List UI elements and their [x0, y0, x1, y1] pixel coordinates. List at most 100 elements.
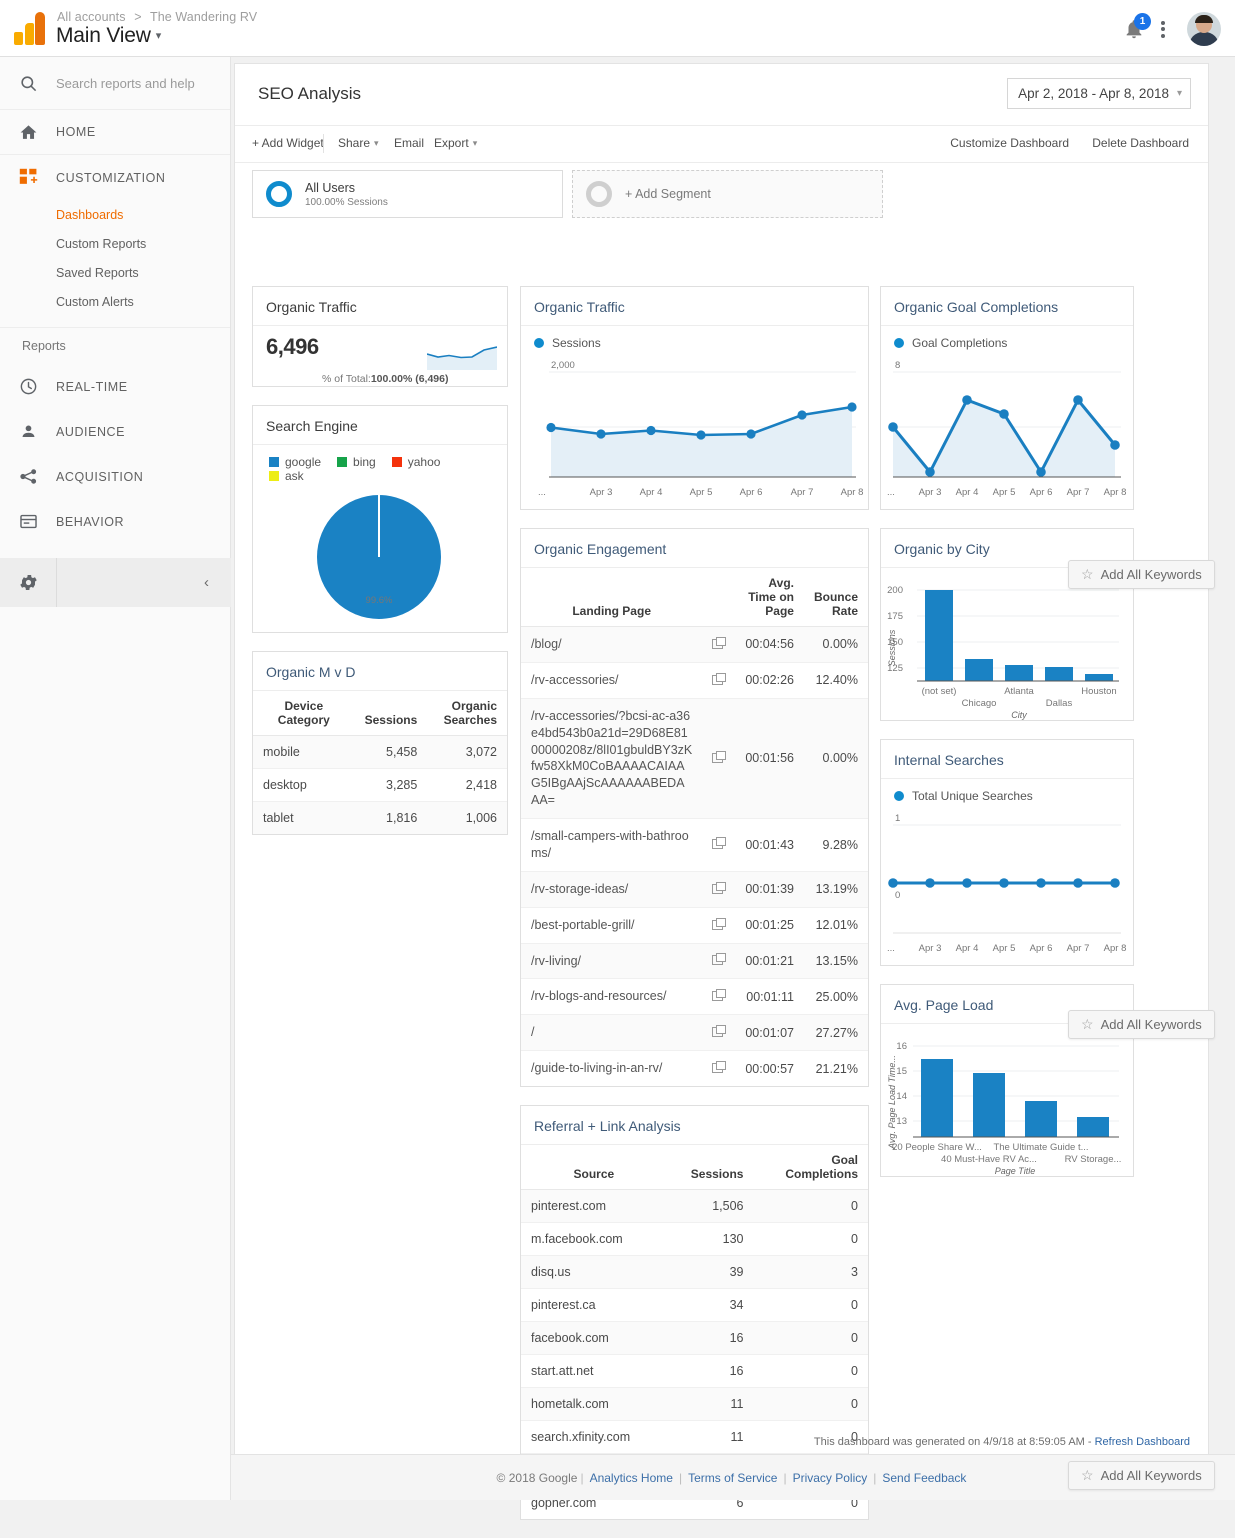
- open-external-icon[interactable]: [702, 662, 736, 699]
- open-external-icon[interactable]: [702, 698, 736, 820]
- cell-source: disq.us: [521, 1255, 667, 1289]
- table-row: desktop 3,285 2,418: [253, 768, 507, 802]
- cell-bounce-rate: 13.19%: [803, 871, 868, 908]
- sidebar-item-customization[interactable]: CUSTOMIZATION: [0, 155, 230, 200]
- share-button[interactable]: Share ▾: [338, 136, 379, 150]
- x-tick-label: Apr 3: [919, 943, 942, 954]
- sidebar-item-custom-reports[interactable]: Custom Reports: [0, 229, 230, 258]
- open-external-icon[interactable]: [702, 943, 736, 980]
- organic-engagement-table: Landing Page Avg. Time on Page Bounce Ra…: [521, 568, 868, 1086]
- cell-landing-page: /rv-storage-ideas/: [521, 871, 703, 908]
- sidebar-item-real-time[interactable]: REAL-TIME: [0, 364, 230, 409]
- copyright-text: © 2018 Google: [496, 1470, 578, 1485]
- organic-traffic-line-chart[interactable]: 2,000 1,000 ... Apr 3 Apr 4 Apr 5 Apr 6 …: [521, 354, 868, 509]
- avatar[interactable]: [1187, 12, 1221, 46]
- table-row: / 00:01:07 27.27%: [521, 1014, 868, 1052]
- avg-page-load-bar-chart[interactable]: Avg. Page Load Time... 16 15 14 13 20 Pe…: [881, 1024, 1133, 1176]
- y-tick-label: 13: [896, 1116, 907, 1127]
- person-icon: [0, 422, 56, 441]
- open-external-icon[interactable]: [702, 1014, 736, 1052]
- sidebar-item-custom-alerts[interactable]: Custom Alerts: [0, 287, 230, 316]
- segment-donut-icon: [266, 181, 292, 207]
- open-external-icon[interactable]: [702, 818, 736, 872]
- customize-dashboard-button[interactable]: Customize Dashboard: [950, 136, 1069, 150]
- breadcrumb-account[interactable]: The Wandering RV: [150, 10, 257, 24]
- sidebar-item-behavior[interactable]: BEHAVIOR: [0, 499, 230, 544]
- cell-sessions: 1,816: [354, 801, 428, 834]
- sidebar-item-dashboards[interactable]: Dashboards: [0, 200, 230, 229]
- legend-label: Total Unique Searches: [912, 789, 1033, 803]
- cell-device: desktop: [253, 768, 355, 802]
- cell-avg-time: 00:01:21: [735, 943, 804, 980]
- view-name: Main View: [56, 24, 151, 47]
- sidebar-item-saved-reports[interactable]: Saved Reports: [0, 258, 230, 287]
- cell-sessions: 130: [666, 1222, 754, 1256]
- add-segment-button[interactable]: + Add Segment: [572, 170, 883, 218]
- email-button[interactable]: Email: [394, 136, 424, 150]
- chevron-down-icon: ▾: [374, 138, 379, 148]
- home-icon: [0, 123, 56, 142]
- sidebar-item-home[interactable]: HOME: [0, 110, 230, 155]
- organic-goal-line-chart[interactable]: 8 4 ... Apr 3 Apr 4 Apr 5 Apr 6 Apr 7 Ap…: [881, 354, 1133, 509]
- column-header: Device Category: [253, 691, 355, 736]
- gear-icon[interactable]: [0, 572, 56, 593]
- y-tick-label: 15: [896, 1066, 907, 1077]
- export-button[interactable]: Export ▾: [434, 136, 477, 150]
- footer-link-feedback[interactable]: Send Feedback: [882, 1471, 966, 1485]
- internal-searches-line-chart[interactable]: 1 0 ... Apr 3 Apr 4 Apr 5 Apr 6 Apr 7 Ap…: [881, 807, 1133, 965]
- main-area: SEO Analysis Apr 2, 2018 - Apr 8, 2018 ▾…: [231, 57, 1235, 1520]
- add-all-keywords-button[interactable]: ☆ Add All Keywords: [1068, 1461, 1215, 1490]
- cell-bounce-rate: 0.00%: [803, 698, 868, 820]
- table-row: /guide-to-living-in-an-rv/00:00:57 21.21%: [521, 1051, 868, 1086]
- footer-link-terms[interactable]: Terms of Service: [688, 1471, 777, 1485]
- chevron-down-icon: ▾: [472, 138, 478, 148]
- bar-atlanta: [1005, 665, 1033, 681]
- open-external-icon[interactable]: [702, 626, 736, 663]
- cell-landing-page: /rv-living/: [521, 943, 703, 980]
- refresh-dashboard-link[interactable]: Refresh Dashboard: [1095, 1436, 1190, 1448]
- view-selector[interactable]: Main View ▾: [56, 24, 161, 48]
- widget-title: Organic Goal Completions: [881, 287, 1133, 326]
- cell-bounce-rate: 12.01%: [803, 907, 868, 944]
- delete-dashboard-button[interactable]: Delete Dashboard: [1092, 136, 1189, 150]
- cell-source: hometalk.com: [521, 1387, 667, 1421]
- legend-label: Sessions: [552, 336, 601, 350]
- table-header-row: Source Sessions Goal Completions: [521, 1145, 868, 1190]
- cell-landing-page: /rv-accessories/?bcsi-ac-a36e4bd543b0a21…: [521, 698, 703, 820]
- organic-by-city-bar-chart[interactable]: Sessions 200 175 150 125 (not set) Chica…: [881, 568, 1133, 720]
- segment-all-users[interactable]: All Users 100.00% Sessions: [252, 170, 563, 218]
- more-options-icon[interactable]: [1153, 18, 1173, 40]
- footer-link-privacy[interactable]: Privacy Policy: [793, 1471, 868, 1485]
- cell-source: pinterest.ca: [521, 1288, 667, 1322]
- x-tick-label: 20 People Share W...: [892, 1142, 982, 1153]
- sidebar-sub-label: Custom Reports: [56, 236, 147, 251]
- cell-source: start.att.net: [521, 1354, 667, 1388]
- add-all-keywords-button[interactable]: ☆ Add All Keywords: [1068, 1010, 1215, 1039]
- search-engine-pie[interactable]: 99.6%: [253, 487, 507, 632]
- x-tick-label: Apr 3: [590, 487, 613, 498]
- breadcrumb-all-accounts[interactable]: All accounts: [57, 10, 126, 24]
- x-tick-label: Apr 5: [993, 487, 1016, 498]
- organic-mvd-table: Device Category Sessions Organic Searche…: [253, 691, 507, 834]
- date-range-picker[interactable]: Apr 2, 2018 - Apr 8, 2018 ▾: [1007, 78, 1191, 109]
- table-header-row: Device Category Sessions Organic Searche…: [253, 691, 507, 736]
- cell-goal-completions: 0: [753, 1321, 868, 1355]
- footer-link-analytics-home[interactable]: Analytics Home: [590, 1471, 673, 1485]
- open-external-icon[interactable]: [702, 907, 736, 944]
- sidebar-item-label: BEHAVIOR: [56, 514, 125, 529]
- add-all-keywords-button[interactable]: ☆ Add All Keywords: [1068, 560, 1215, 589]
- open-external-icon[interactable]: [702, 1051, 735, 1086]
- notifications-button[interactable]: 1: [1123, 13, 1151, 40]
- open-external-icon[interactable]: [702, 871, 736, 908]
- collapse-sidebar-button[interactable]: ‹: [204, 574, 209, 591]
- page-title: SEO Analysis: [258, 84, 361, 103]
- widget-search-engine: Search Engine google bing yahoo ask 99.6…: [252, 405, 508, 633]
- scorecard-subtitle: % of Total: 100.00% (6,496): [266, 364, 448, 393]
- search-input[interactable]: Search reports and help: [0, 57, 230, 110]
- open-external-icon[interactable]: [702, 978, 736, 1016]
- sidebar-item-audience[interactable]: AUDIENCE: [0, 409, 230, 454]
- sidebar-item-acquisition[interactable]: ACQUISITION: [0, 454, 230, 499]
- breadcrumb-separator: >: [134, 10, 142, 24]
- x-axis-title: Page Title: [995, 1166, 1035, 1176]
- add-widget-button[interactable]: + Add Widget: [252, 136, 324, 150]
